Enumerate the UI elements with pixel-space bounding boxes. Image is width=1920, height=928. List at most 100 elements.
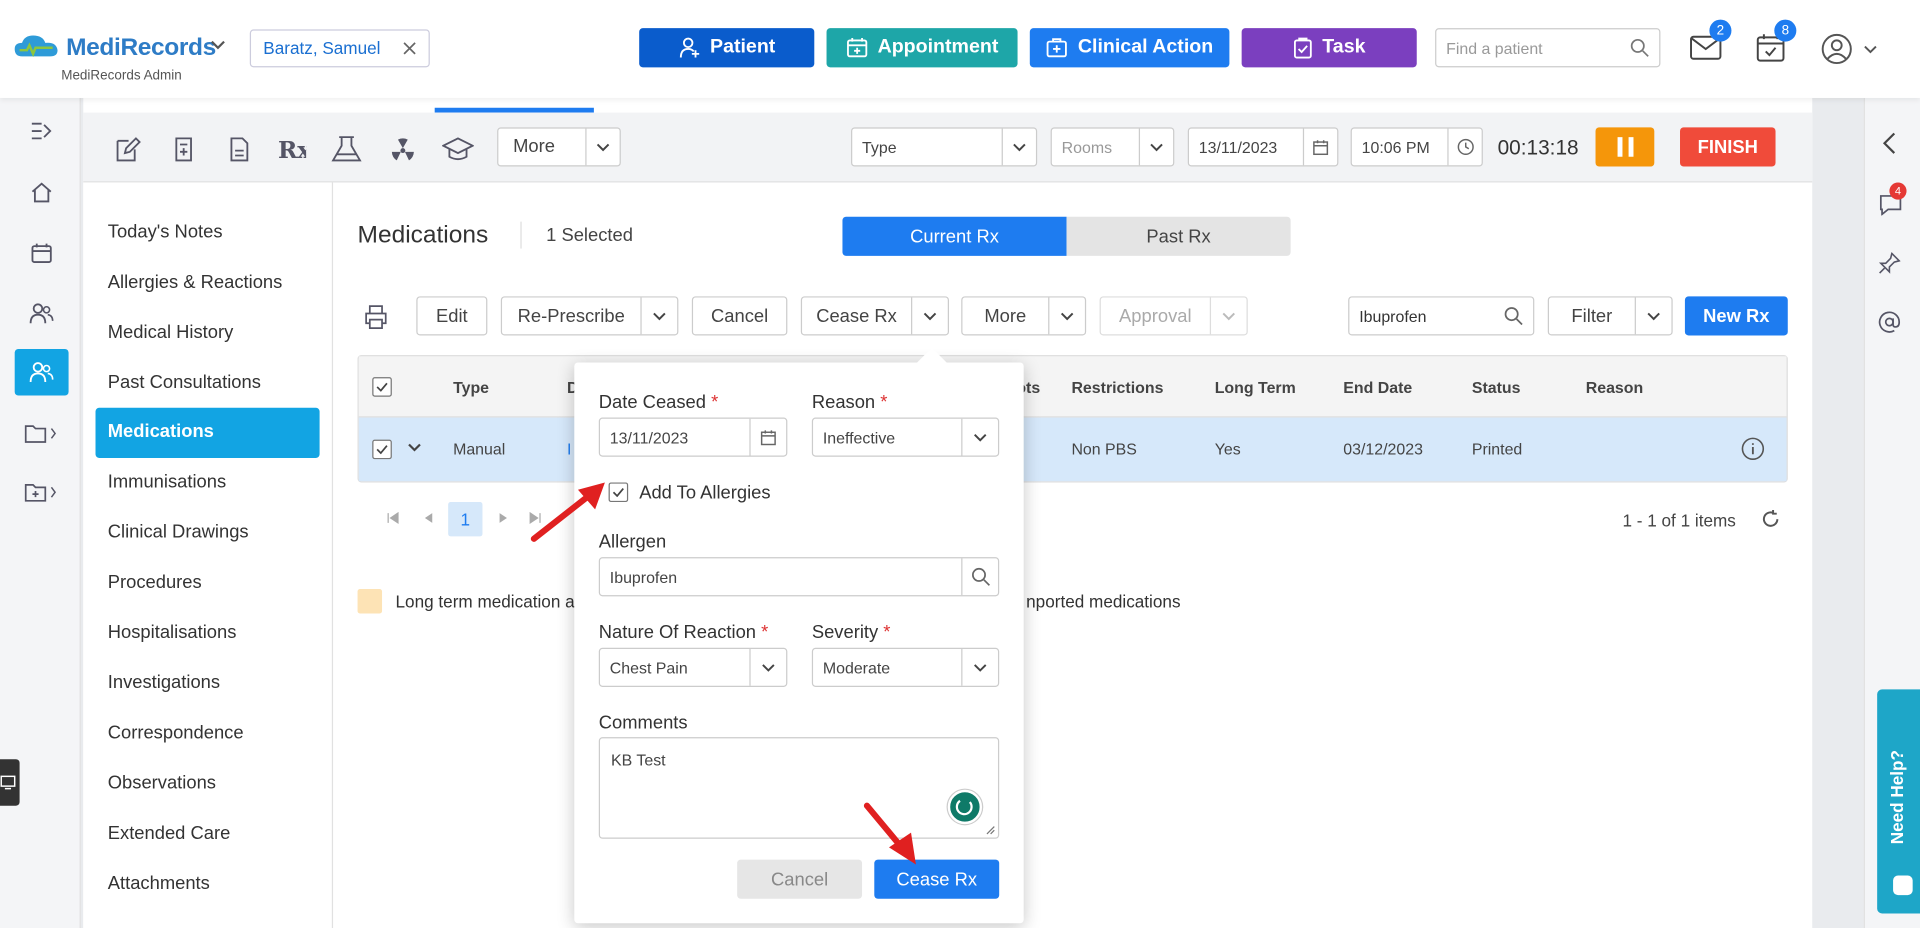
pin-icon[interactable] [1878, 252, 1901, 274]
prev-page-icon[interactable] [424, 512, 434, 524]
clinical-action-button[interactable]: Clinical Action [1029, 28, 1230, 68]
search-icon[interactable] [1504, 306, 1524, 326]
cease-rx-button[interactable]: Cease Rx [800, 296, 949, 336]
column-header-restrictions[interactable]: Restrictions [1071, 378, 1163, 396]
info-icon[interactable] [1741, 437, 1765, 460]
document-icon[interactable] [224, 135, 253, 164]
side-drawer-tab[interactable] [0, 759, 20, 806]
rooms-select[interactable]: Rooms [1050, 127, 1175, 167]
search-icon[interactable] [961, 558, 998, 596]
education-icon[interactable] [442, 135, 474, 164]
sidebar-item-extended-care[interactable]: Extended Care [96, 809, 320, 859]
chevron-down-icon[interactable] [911, 297, 948, 335]
comments-textarea[interactable]: KB Test [598, 737, 1000, 839]
chevron-down-icon[interactable] [1634, 297, 1672, 335]
column-header-end-date[interactable]: End Date [1343, 378, 1412, 396]
chevron-down-icon[interactable] [961, 648, 998, 686]
cancel-rx-button[interactable]: Cancel [691, 296, 788, 336]
re-prescribe-button[interactable]: Re-Prescribe [500, 296, 679, 336]
page-number[interactable]: 1 [448, 502, 483, 537]
prescription-icon[interactable]: Rx [277, 135, 306, 164]
patients-nav-item[interactable] [14, 348, 69, 396]
sidebar-item-observations[interactable]: Observations [96, 759, 320, 809]
sidebar-item-todays-notes[interactable]: Today's Notes [96, 208, 320, 258]
calendar-icon[interactable] [15, 230, 69, 277]
chevron-left-icon[interactable] [1882, 132, 1897, 154]
sidebar-item-procedures[interactable]: Procedures [96, 558, 320, 608]
column-header-status[interactable]: Status [1472, 378, 1521, 396]
sidebar-item-attachments[interactable]: Attachments [96, 860, 320, 910]
users-icon[interactable] [15, 290, 69, 337]
task-button[interactable]: Task [1241, 28, 1417, 68]
sidebar-item-allergies[interactable]: Allergies & Reactions [96, 258, 320, 308]
edit-button[interactable]: Edit [416, 296, 488, 336]
sidebar-item-medications[interactable]: Medications [95, 407, 320, 458]
sidebar-item-hospitalisations[interactable]: Hospitalisations [96, 609, 320, 659]
add-to-allergies-label[interactable]: Add To Allergies [639, 482, 770, 503]
lab-flask-icon[interactable] [331, 135, 363, 164]
home-icon[interactable] [15, 169, 69, 216]
tab-current-rx[interactable]: Current Rx [842, 216, 1067, 256]
sidebar-item-investigations[interactable]: Investigations [96, 659, 320, 709]
calendar-icon[interactable] [749, 418, 786, 456]
folder-add-icon[interactable] [15, 469, 69, 516]
column-header-long-term[interactable]: Long Term [1215, 378, 1296, 396]
filter-button[interactable]: Filter [1547, 296, 1673, 336]
next-page-icon[interactable] [498, 512, 508, 524]
consult-time-input[interactable]: 10:06 PM [1350, 127, 1483, 167]
date-ceased-input[interactable]: 13/11/2023 [598, 417, 788, 457]
appointment-button[interactable]: Appointment [826, 28, 1018, 68]
select-all-checkbox[interactable] [372, 377, 392, 397]
expand-menu-icon[interactable] [15, 108, 69, 155]
chevron-down-icon[interactable] [1048, 297, 1085, 335]
finish-button[interactable]: FINISH [1680, 127, 1776, 167]
new-rx-button[interactable]: New Rx [1684, 296, 1788, 336]
user-avatar-icon[interactable] [1821, 33, 1853, 65]
sidebar-item-clinical-drawings[interactable]: Clinical Drawings [96, 508, 320, 558]
more-tools-dropdown[interactable]: More [497, 127, 621, 167]
calendar-icon[interactable] [1302, 128, 1337, 166]
patient-chip[interactable]: Baratz, Samuel [249, 29, 430, 68]
app-logo[interactable]: MediRecords [66, 34, 216, 62]
type-select[interactable]: Type [851, 127, 1038, 167]
close-icon[interactable] [403, 42, 416, 55]
reason-select[interactable]: Ineffective [811, 417, 1000, 457]
search-icon[interactable] [1630, 38, 1650, 58]
table-row[interactable]: Manual I Non PBS Yes 03/12/2023 Printed [358, 417, 1787, 482]
certificate-icon[interactable] [169, 135, 198, 164]
chevron-down-icon[interactable] [211, 40, 226, 50]
pause-button[interactable] [1595, 127, 1655, 167]
row-drug[interactable]: I [567, 440, 571, 458]
print-icon[interactable] [364, 305, 388, 330]
sidebar-item-past-consultations[interactable]: Past Consultations [96, 359, 320, 409]
at-sign-icon[interactable] [1878, 311, 1901, 333]
find-patient-input[interactable]: Find a patient [1435, 28, 1661, 68]
patient-button[interactable]: Patient [639, 28, 815, 68]
sidebar-item-immunisations[interactable]: Immunisations [96, 458, 320, 508]
medication-search-input[interactable]: Ibuprofen [1348, 296, 1535, 336]
consult-date-input[interactable]: 13/11/2023 [1187, 127, 1339, 167]
first-page-icon[interactable] [387, 511, 399, 525]
expand-row-icon[interactable] [408, 443, 421, 452]
grammar-assistant-icon[interactable] [947, 789, 983, 825]
sidebar-item-medical-history[interactable]: Medical History [96, 309, 320, 359]
chevron-down-icon[interactable] [1864, 45, 1877, 54]
need-help-tab[interactable]: Need Help? [1877, 689, 1920, 914]
severity-select[interactable]: Moderate [811, 647, 1000, 687]
nature-of-reaction-select[interactable]: Chest Pain [598, 647, 788, 687]
clock-icon[interactable] [1447, 128, 1481, 166]
sidebar-item-correspondence[interactable]: Correspondence [96, 709, 320, 759]
radiation-icon[interactable] [388, 135, 417, 164]
chevron-down-icon[interactable] [749, 648, 786, 686]
more-actions-button[interactable]: More [961, 296, 1087, 336]
chevron-down-icon[interactable] [961, 418, 998, 456]
tab-past-rx[interactable]: Past Rx [1066, 216, 1291, 256]
edit-note-icon[interactable] [113, 135, 142, 164]
popup-cancel-button[interactable]: Cancel [737, 859, 863, 899]
approval-button[interactable]: Approval [1099, 296, 1248, 336]
resize-handle-icon[interactable] [986, 825, 996, 835]
column-header-type[interactable]: Type [453, 378, 489, 396]
column-header-reason[interactable]: Reason [1586, 378, 1644, 396]
allergen-input[interactable]: Ibuprofen [598, 557, 1000, 597]
folder-icon[interactable] [15, 410, 69, 457]
